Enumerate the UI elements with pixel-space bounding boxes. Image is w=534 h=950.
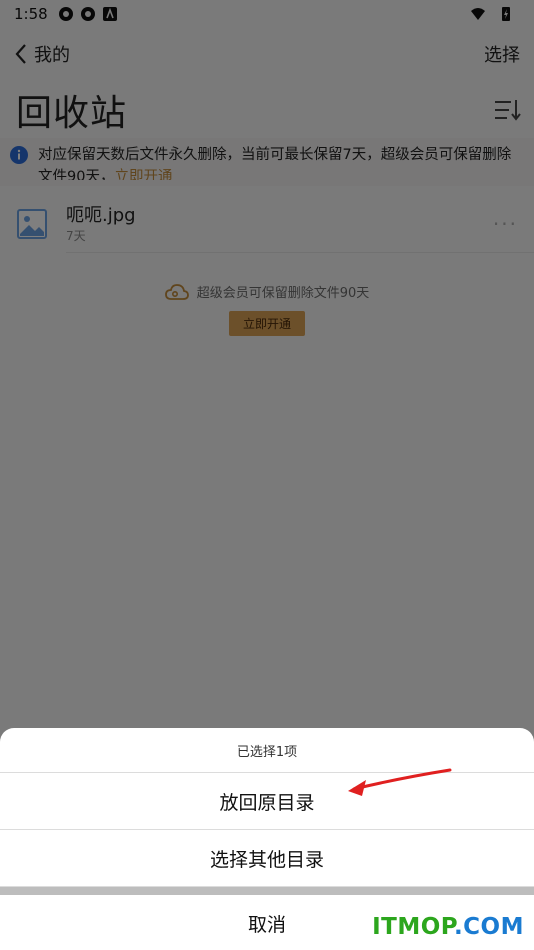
watermark-part1: ITMOP xyxy=(372,914,454,940)
watermark: ITMOP.COM xyxy=(372,914,524,940)
sheet-separator xyxy=(0,887,534,895)
annotation-arrow-icon xyxy=(348,768,452,796)
watermark-part2: .COM xyxy=(453,914,524,940)
choose-other-folder-button[interactable]: 选择其他目录 xyxy=(0,830,534,887)
